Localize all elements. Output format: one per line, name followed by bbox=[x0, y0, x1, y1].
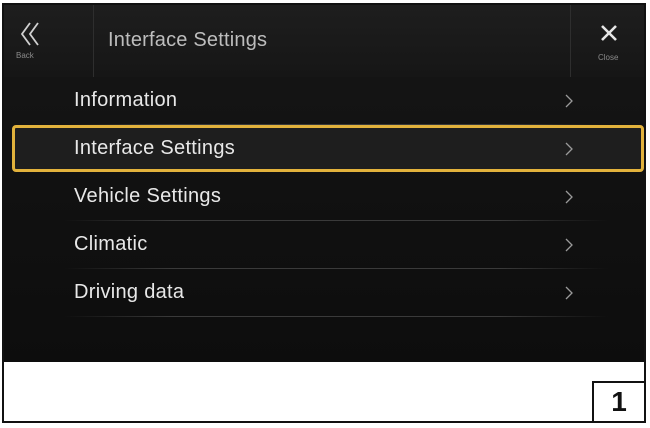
menu-item-label: Interface Settings bbox=[74, 137, 236, 159]
settings-menu: Information Interface Settings Vehicle S… bbox=[4, 77, 644, 317]
menu-item-driving-data[interactable]: Driving data bbox=[4, 269, 644, 317]
menu-item-label: Driving data bbox=[74, 281, 185, 303]
chevron-right-icon bbox=[565, 286, 573, 300]
menu-item-information[interactable]: Information bbox=[4, 77, 644, 125]
double-chevron-left-icon bbox=[20, 22, 39, 46]
menu-item-label: Climatic bbox=[74, 233, 148, 255]
menu-item-climatic[interactable]: Climatic bbox=[4, 221, 644, 269]
back-button[interactable]: Back bbox=[4, 5, 94, 77]
chevron-right-icon bbox=[565, 190, 573, 204]
menu-item-label: Vehicle Settings bbox=[74, 185, 222, 207]
chevron-right-icon bbox=[565, 142, 573, 156]
figure-frame: Back Interface Settings Close Informatio… bbox=[2, 3, 646, 423]
page-title: Interface Settings bbox=[108, 29, 268, 51]
row-divider bbox=[64, 316, 608, 317]
close-button[interactable]: Close bbox=[570, 5, 644, 77]
header-bar: Back Interface Settings Close bbox=[4, 5, 644, 77]
menu-item-interface-settings[interactable]: Interface Settings bbox=[4, 125, 644, 173]
back-label: Back bbox=[16, 51, 34, 60]
close-icon bbox=[601, 25, 617, 41]
menu-item-vehicle-settings[interactable]: Vehicle Settings bbox=[4, 173, 644, 221]
menu-item-label: Information bbox=[74, 89, 178, 111]
infotainment-screen: Back Interface Settings Close Informatio… bbox=[4, 5, 644, 362]
figure-number-badge: 1 bbox=[592, 381, 644, 421]
chevron-right-icon bbox=[565, 94, 573, 108]
chevron-right-icon bbox=[565, 238, 573, 252]
close-label: Close bbox=[598, 53, 619, 62]
